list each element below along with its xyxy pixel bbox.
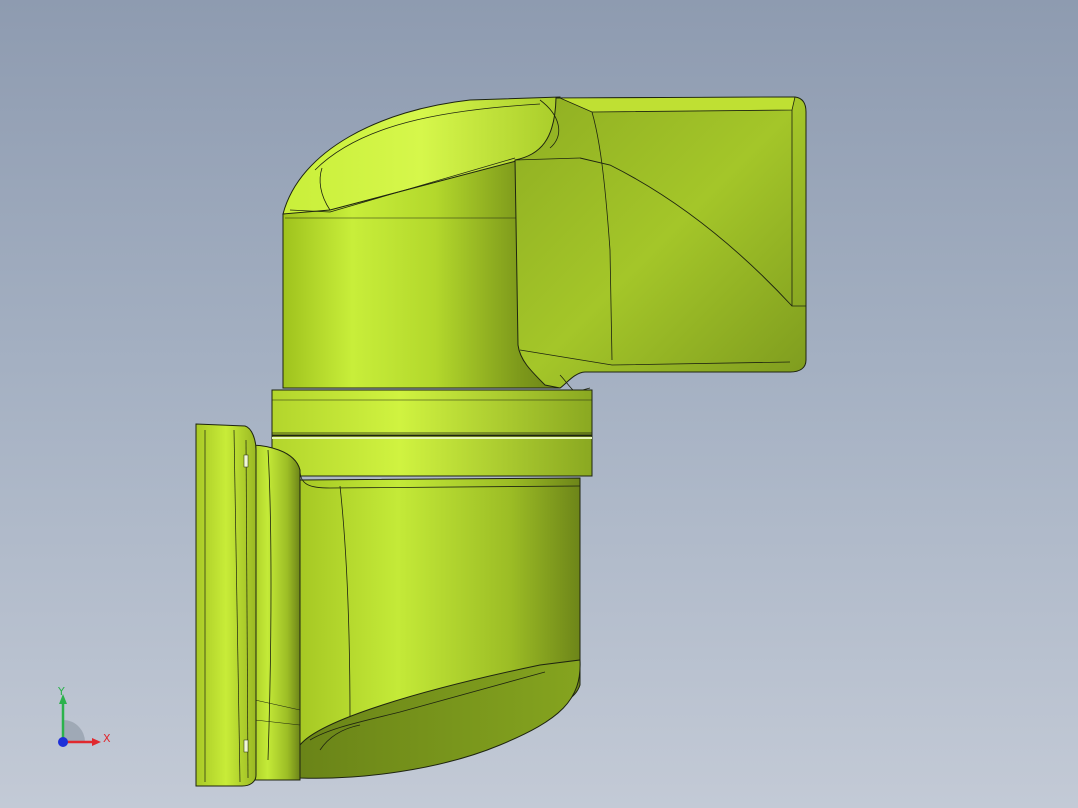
graphics-viewport[interactable]: Y X — [0, 0, 1078, 808]
coordinate-triad: Y X — [48, 682, 128, 762]
y-axis-label: Y — [58, 685, 65, 698]
3d-model[interactable] — [0, 0, 1078, 808]
x-axis-label: X — [103, 732, 111, 745]
joint-ring — [271, 389, 593, 436]
z-axis-dot — [58, 737, 68, 747]
x-axis-arrow — [92, 738, 101, 746]
right-box — [514, 96, 807, 389]
flange-neck — [249, 444, 301, 781]
